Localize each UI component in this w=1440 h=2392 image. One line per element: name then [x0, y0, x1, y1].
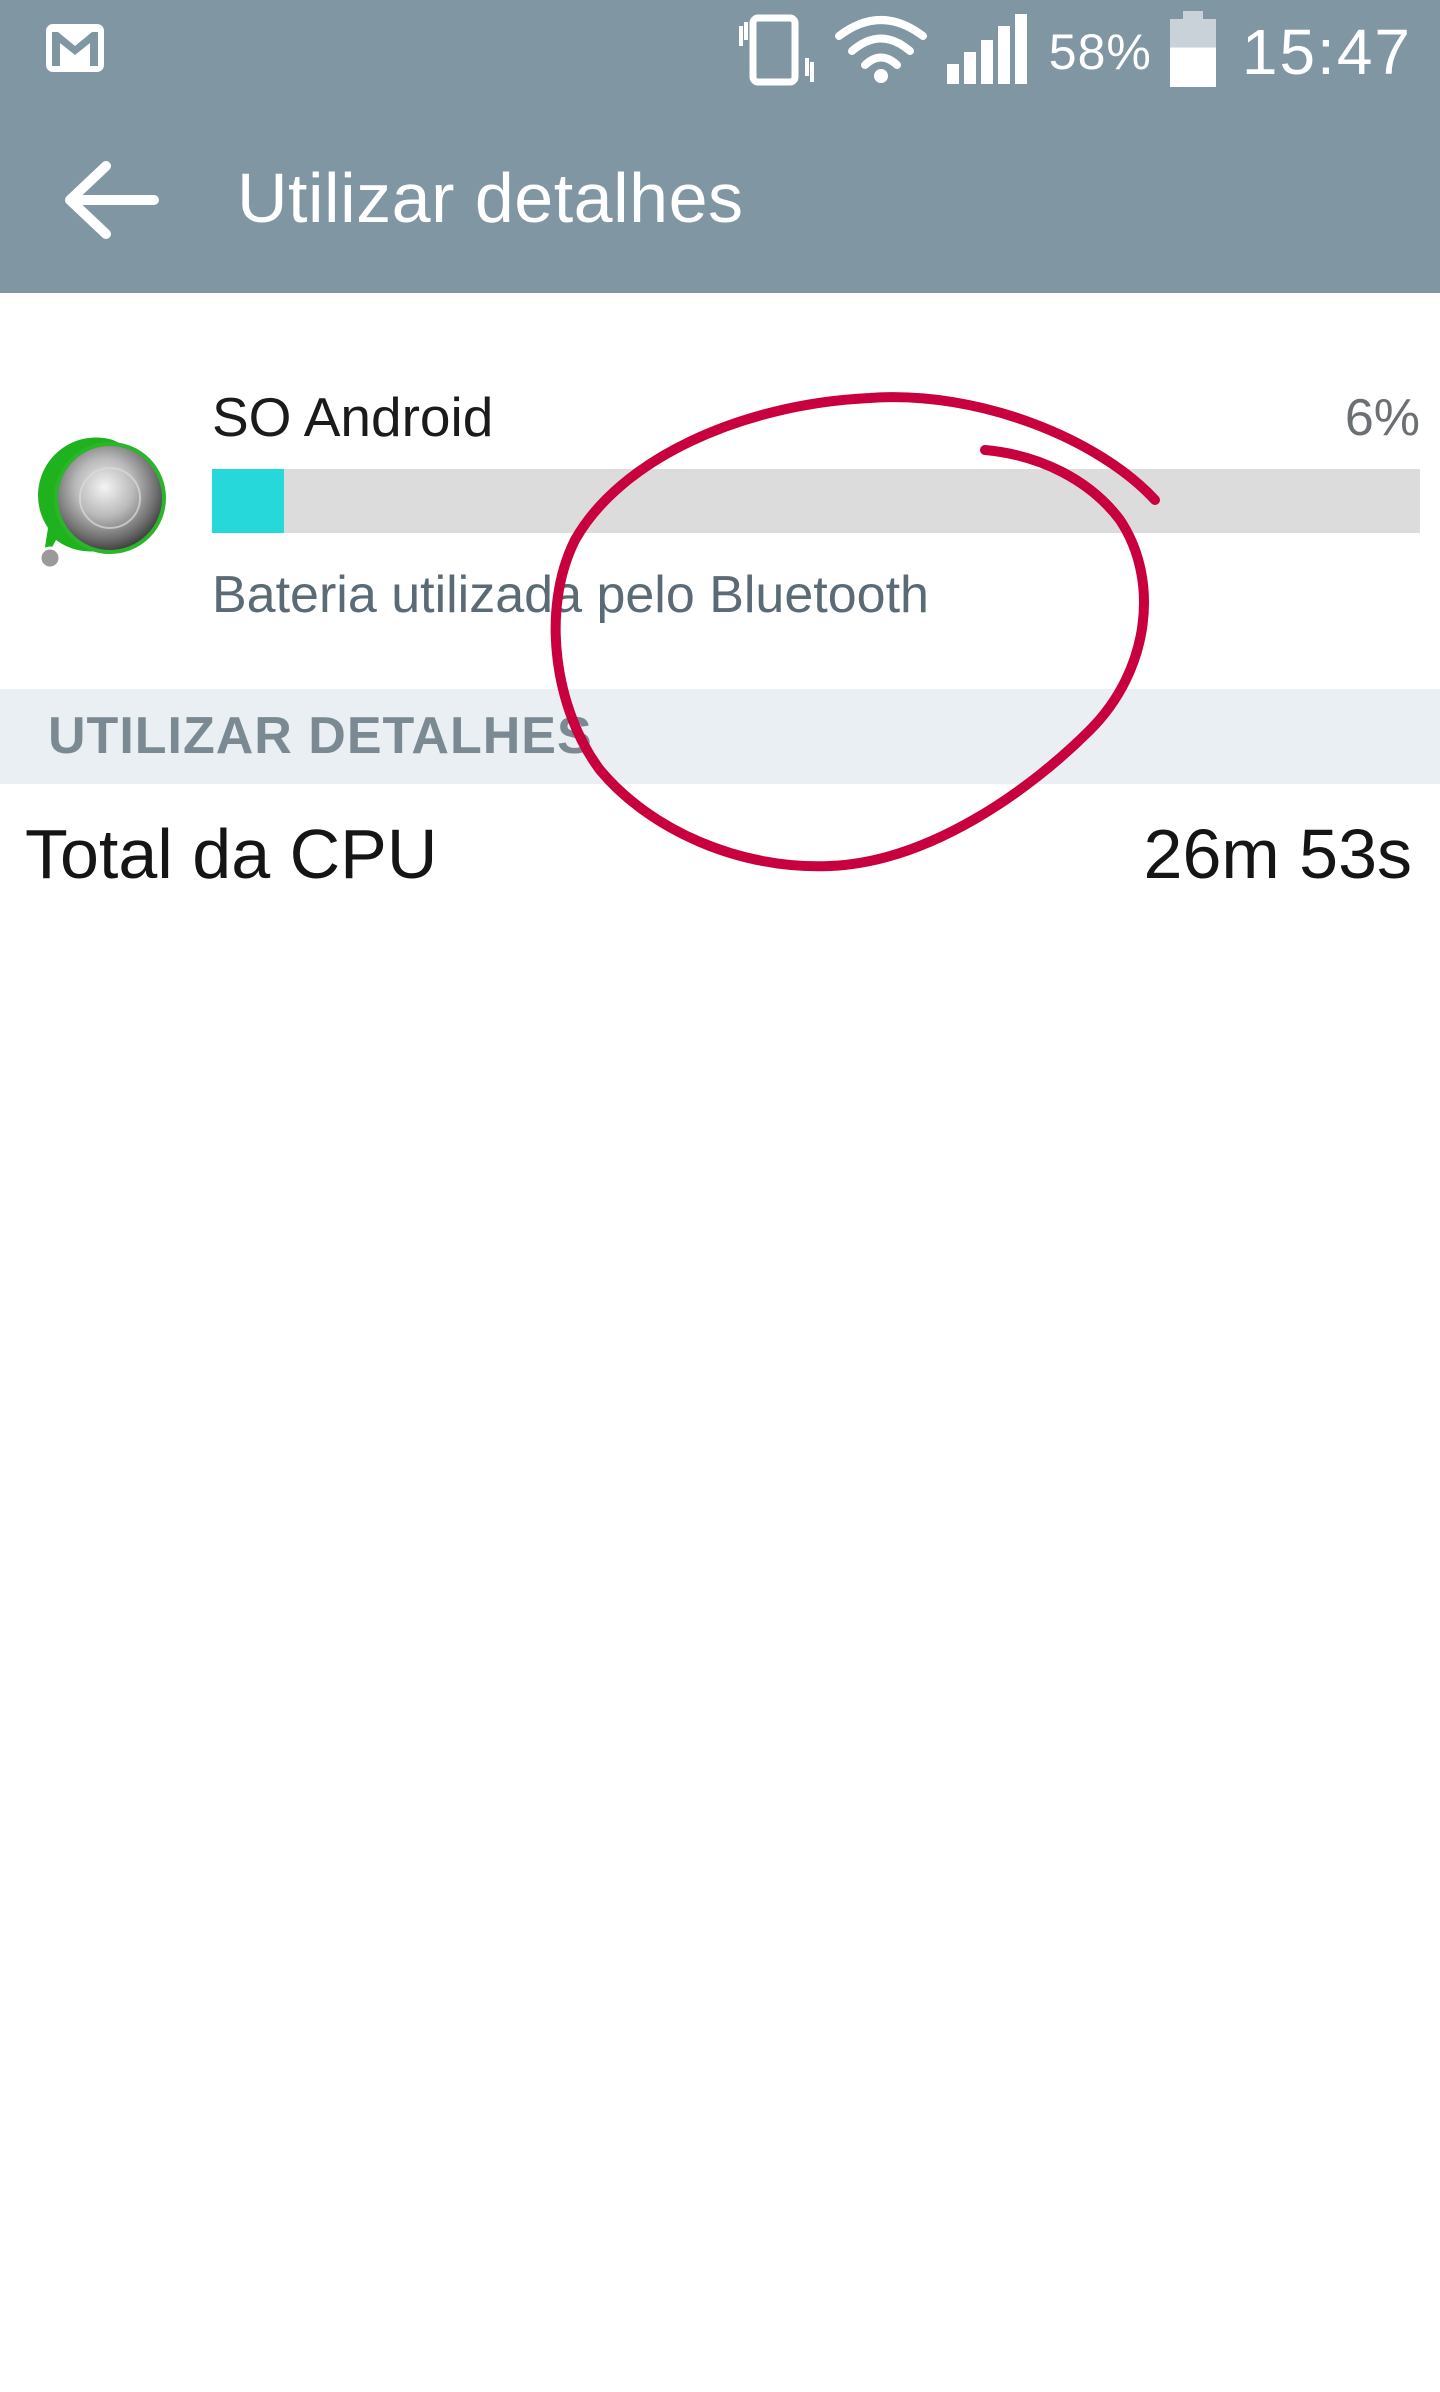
page-title: Utilizar detalhes	[237, 159, 744, 237]
detail-label: Total da CPU	[25, 815, 438, 893]
detail-row: Total da CPU 26m 53s	[0, 784, 1440, 924]
arrow-left-icon	[65, 161, 159, 239]
back-button[interactable]	[58, 158, 168, 243]
battery-percent: 58%	[1048, 23, 1152, 80]
app-description: Bateria utilizada pelo Bluetooth	[212, 566, 929, 624]
usage-bar	[212, 469, 1420, 533]
android-os-icon	[28, 428, 178, 578]
wifi-icon	[834, 14, 927, 89]
toolbar: Utilizar detalhes	[0, 103, 1440, 293]
gmail-icon	[44, 22, 106, 74]
app-usage-item[interactable]: SO Android 6% Bateria utilizada pelo Blu…	[0, 293, 1440, 689]
signal-icon	[945, 12, 1031, 91]
clock: 15:47	[1241, 15, 1412, 88]
vibrate-icon	[735, 12, 817, 91]
app-usage-percent: 6%	[1344, 389, 1420, 447]
app-name: SO Android	[212, 386, 494, 448]
status-bar: 58% 15:47	[0, 0, 1440, 103]
usage-bar-fill	[212, 469, 285, 533]
battery-icon	[1169, 11, 1216, 92]
detail-value: 26m 53s	[1143, 815, 1412, 893]
status-icons: 58% 15:47	[735, 0, 1412, 103]
section-header: UTILIZAR DETALHES	[0, 689, 1440, 784]
section-header-label: UTILIZAR DETALHES	[48, 707, 593, 765]
